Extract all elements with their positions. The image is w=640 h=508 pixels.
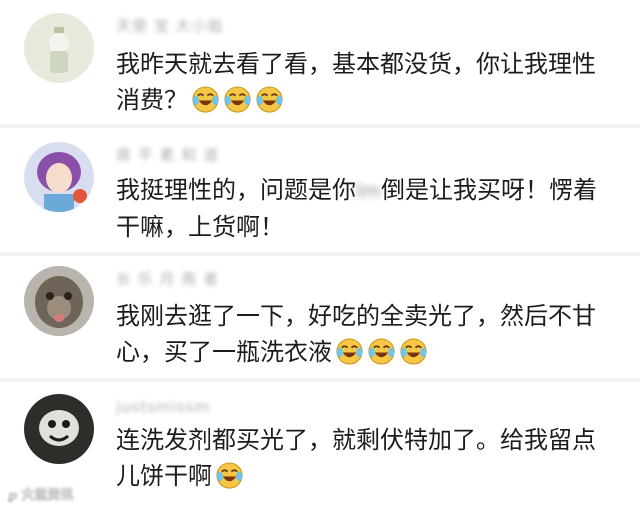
laughing-crying-emoji-icon (399, 337, 428, 366)
avatar[interactable] (24, 394, 94, 464)
comment-body: 我昨天就去看了看，基本都没货，你让我理性消费？ (116, 50, 596, 114)
watermark: ℘ 大鼠资讯 (8, 484, 73, 503)
watermark-logo-icon: ℘ (8, 488, 18, 503)
comment-item: justsmissm 连洗发剂都买光了，就剩伏特加了。给我留点儿饼干啊 (0, 382, 640, 508)
comment-text: 我刚去逛了一下，好吃的全卖光了，然后不甘心，买了一瓶洗衣液 (116, 298, 616, 370)
user-avatar-icon (24, 142, 94, 212)
avatar[interactable] (24, 142, 94, 212)
comment-text: 连洗发剂都买光了，就剩伏特加了。给我留点儿饼干啊 (116, 422, 616, 494)
blurred-mention: lm (356, 179, 382, 203)
user-avatar-icon (24, 13, 94, 83)
user-avatar-icon (24, 266, 94, 336)
comment-body: 我挺理性的，问题是你 (116, 176, 356, 204)
laughing-crying-emoji-icon (191, 85, 220, 114)
comment-text: 我昨天就去看了看，基本都没货，你让我理性消费？ (116, 46, 616, 118)
laughing-crying-emoji-icon (223, 85, 252, 114)
avatar[interactable] (24, 13, 94, 83)
avatar[interactable] (24, 266, 94, 336)
watermark-text: 大鼠资讯 (21, 488, 74, 503)
comment-item: 天使 宝 大小姐 我昨天就去看了看，基本都没货，你让我理性消费？ (0, 0, 640, 124)
comment-item: 南 平 素 和 道 我挺理性的，问题是你lm倒是让我买呀！愣着干嘛，上货啊！ (0, 128, 640, 252)
username[interactable]: justsmissm (116, 398, 210, 416)
username[interactable]: 南 平 素 和 道 (116, 144, 219, 165)
comment-body: 连洗发剂都买光了，就剩伏特加了。给我留点儿饼干啊 (116, 426, 596, 490)
user-avatar-icon (24, 394, 94, 464)
laughing-crying-emoji-icon (215, 461, 244, 490)
username[interactable]: 长 乐 月 南 者 (116, 268, 219, 289)
laughing-crying-emoji-icon (335, 337, 364, 366)
comment-text: 我挺理性的，问题是你lm倒是让我买呀！愣着干嘛，上货啊！ (116, 172, 616, 245)
laughing-crying-emoji-icon (367, 337, 396, 366)
username[interactable]: 天使 宝 大小姐 (116, 15, 224, 36)
comment-item: 长 乐 月 南 者 我刚去逛了一下，好吃的全卖光了，然后不甘心，买了一瓶洗衣液 (0, 256, 640, 378)
laughing-crying-emoji-icon (255, 85, 284, 114)
